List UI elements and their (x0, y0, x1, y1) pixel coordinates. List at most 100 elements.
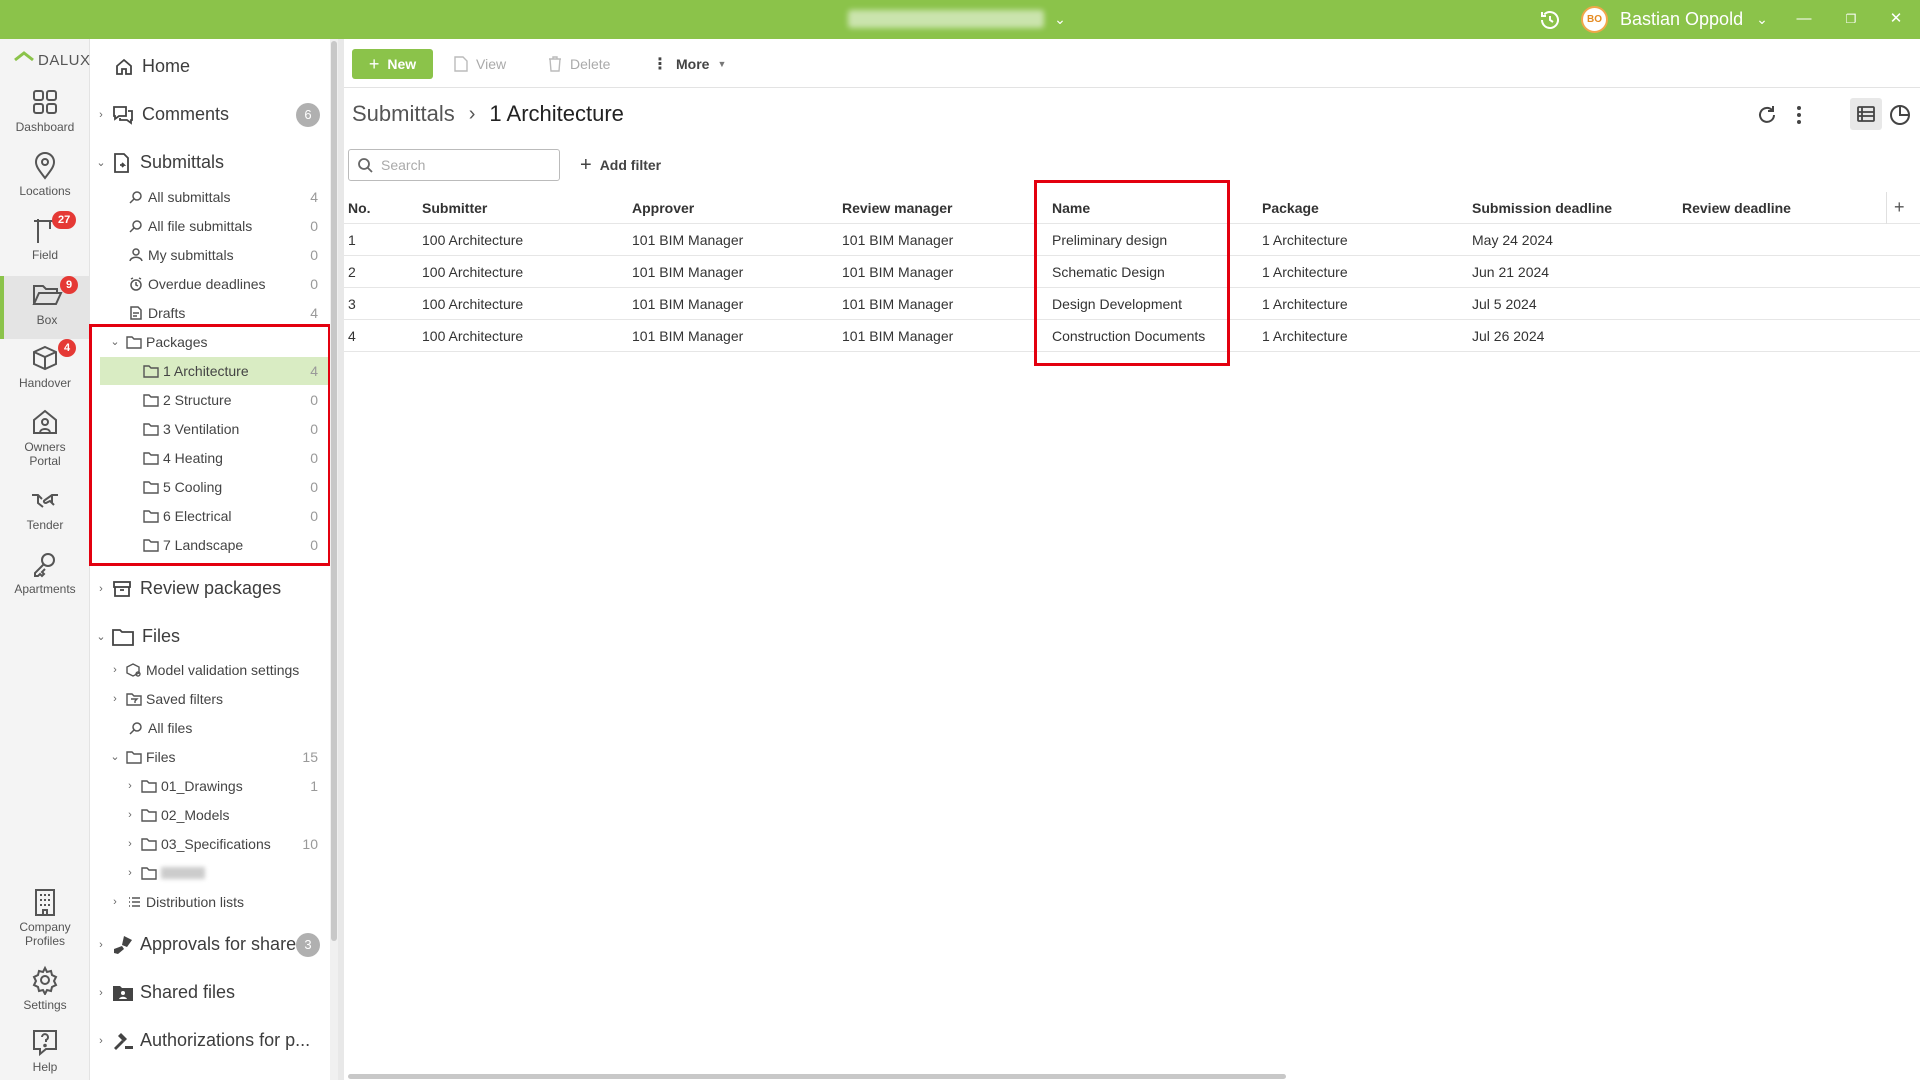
table-row[interactable]: 2 100 Architecture 101 BIM Manager 101 B… (344, 256, 1920, 288)
column-header-name[interactable]: Name (1052, 192, 1090, 224)
chevron-down-icon[interactable]: ⌄ (108, 750, 122, 763)
rail-item-handover[interactable]: Handover 4 (0, 339, 90, 403)
tree-overdue-deadlines[interactable]: Overdue deadlines 0 (129, 269, 328, 298)
rail-item-owners-portal[interactable]: Owners Portal (0, 407, 90, 479)
chevron-down-icon[interactable]: ⌄ (1050, 8, 1070, 30)
breadcrumb-submittals[interactable]: Submittals (352, 101, 455, 127)
page-title: 1 Architecture (489, 101, 624, 126)
tree-package-3-ventilation[interactable]: 3 Ventilation 0 (143, 414, 328, 443)
tree-package-4-heating[interactable]: 4 Heating 0 (143, 443, 328, 472)
chevron-right-icon[interactable]: › (108, 896, 122, 908)
view-button[interactable]: View (454, 49, 506, 79)
tree-package-7-landscape[interactable]: 7 Landscape 0 (143, 530, 328, 559)
table-row[interactable]: 1 100 Architecture 101 BIM Manager 101 B… (344, 224, 1920, 256)
chevron-right-icon[interactable]: › (94, 987, 108, 999)
tree-folder-03-specifications[interactable]: › 03_Specifications 10 (123, 829, 328, 858)
column-header-review-deadline[interactable]: Review deadline (1682, 192, 1791, 224)
comments-icon (113, 105, 133, 125)
rail-item-tender[interactable]: Tender (0, 485, 90, 545)
user-avatar[interactable]: BO (1581, 6, 1608, 33)
user-name[interactable]: Bastian Oppold (1620, 8, 1743, 30)
tree-scrollbar-thumb[interactable] (331, 41, 337, 941)
dalux-logo[interactable]: DALUX (12, 49, 90, 73)
tree-my-submittals[interactable]: My submittals 0 (129, 240, 328, 269)
chevron-right-icon[interactable]: › (94, 109, 108, 121)
chevron-right-icon[interactable]: › (108, 664, 122, 676)
delete-button[interactable]: Delete (548, 49, 610, 79)
rail-item-locations[interactable]: Locations (0, 151, 90, 211)
rail-item-settings[interactable]: Settings (0, 965, 90, 1025)
table-row[interactable]: 4 100 Architecture 101 BIM Manager 101 B… (344, 320, 1920, 352)
tree-folder-01-drawings[interactable]: › 01_Drawings 1 (123, 771, 328, 800)
kebab-menu-icon[interactable] (1786, 102, 1812, 128)
tree-drafts[interactable]: Drafts 4 (129, 298, 328, 327)
saved-filter-folder-icon (126, 692, 142, 706)
tree-folder-redacted[interactable]: › (123, 858, 328, 887)
tree-all-files[interactable]: All files (129, 713, 192, 742)
add-column-icon[interactable]: + (1894, 197, 1905, 218)
chevron-right-icon[interactable]: › (123, 780, 137, 792)
search-input[interactable] (348, 149, 560, 181)
tree-comments[interactable]: › Comments 6 (94, 100, 328, 129)
column-header-review-manager[interactable]: Review manager (842, 192, 953, 224)
column-header-submission-deadline[interactable]: Submission deadline (1472, 192, 1612, 224)
tree-saved-filters[interactable]: › Saved filters (108, 684, 223, 713)
rail-item-company-profiles[interactable]: Company Profiles (0, 887, 90, 959)
chevron-right-icon[interactable]: › (94, 1035, 108, 1047)
tree-distribution-lists[interactable]: › Distribution lists (108, 887, 244, 916)
table-view-icon (1857, 106, 1875, 122)
tree-files-folder[interactable]: ⌄ Files 15 (108, 742, 328, 771)
rail-item-dashboard[interactable]: Dashboard (0, 87, 90, 147)
tree-package-1-architecture[interactable]: 1 Architecture 4 (143, 356, 328, 385)
column-header-no[interactable]: No. (348, 192, 371, 224)
tree-all-submittals[interactable]: All submittals 4 (129, 182, 328, 211)
rail-item-help[interactable]: Help (0, 1027, 90, 1079)
project-name-blurred[interactable] (848, 10, 1044, 28)
chevron-right-icon[interactable]: › (123, 867, 137, 879)
table-row[interactable]: 3 100 Architecture 101 BIM Manager 101 B… (344, 288, 1920, 320)
tree-submittals[interactable]: ⌄ Submittals (94, 148, 224, 177)
more-button[interactable]: ⋮ More ▼ (652, 49, 726, 79)
cell-no: 4 (348, 328, 356, 344)
tree-scrollbar[interactable] (330, 39, 338, 1080)
tree-shared-files[interactable]: › Shared files (94, 978, 235, 1007)
rail-item-field[interactable]: Field 27 (0, 211, 90, 275)
refresh-icon[interactable] (1754, 102, 1780, 128)
chevron-right-icon[interactable]: › (94, 939, 108, 951)
tree-home[interactable]: Home (114, 52, 190, 81)
chevron-right-icon[interactable]: › (123, 838, 137, 850)
folder-icon (141, 837, 157, 851)
table-view-toggle[interactable] (1850, 98, 1882, 130)
rail-item-box[interactable]: Box 9 (0, 276, 90, 339)
chevron-down-icon[interactable]: ⌄ (1752, 8, 1772, 30)
maximize-button[interactable]: ❐ (1829, 4, 1873, 34)
tree-package-2-structure[interactable]: 2 Structure 0 (143, 385, 328, 414)
close-button[interactable]: ✕ (1874, 4, 1918, 34)
tree-approvals-for-share[interactable]: › Approvals for share... 3 (94, 930, 328, 959)
tree-all-file-submittals[interactable]: All file submittals 0 (129, 211, 328, 240)
table-horizontal-scrollbar[interactable] (348, 1074, 1286, 1079)
tree-package-5-cooling[interactable]: 5 Cooling 0 (143, 472, 328, 501)
minimize-button[interactable]: — (1782, 4, 1826, 34)
chevron-down-icon[interactable]: ⌄ (94, 630, 108, 643)
chevron-down-icon[interactable]: ⌄ (94, 156, 108, 169)
add-filter-button[interactable]: + Add filter (580, 151, 661, 179)
tree-authorizations[interactable]: › Authorizations for p... (94, 1026, 310, 1055)
chart-view-icon[interactable] (1886, 101, 1914, 129)
rail-item-apartments[interactable]: Apartments (0, 549, 90, 609)
chevron-right-icon[interactable]: › (123, 809, 137, 821)
tree-folder-02-models[interactable]: › 02_Models (123, 800, 328, 829)
column-header-package[interactable]: Package (1262, 192, 1319, 224)
chevron-down-icon[interactable]: ⌄ (108, 335, 122, 348)
column-header-approver[interactable]: Approver (632, 192, 694, 224)
tree-package-6-electrical[interactable]: 6 Electrical 0 (143, 501, 328, 530)
new-button[interactable]: + New (352, 49, 433, 79)
tree-review-packages[interactable]: › Review packages (94, 574, 281, 603)
column-header-submitter[interactable]: Submitter (422, 192, 487, 224)
tree-files-section[interactable]: ⌄ Files (94, 622, 180, 651)
history-icon[interactable] (1538, 8, 1562, 32)
tree-packages[interactable]: ⌄ Packages (108, 327, 328, 356)
tree-model-validation-settings[interactable]: › Model validation settings (108, 655, 299, 684)
chevron-right-icon[interactable]: › (94, 583, 108, 595)
chevron-right-icon[interactable]: › (108, 693, 122, 705)
